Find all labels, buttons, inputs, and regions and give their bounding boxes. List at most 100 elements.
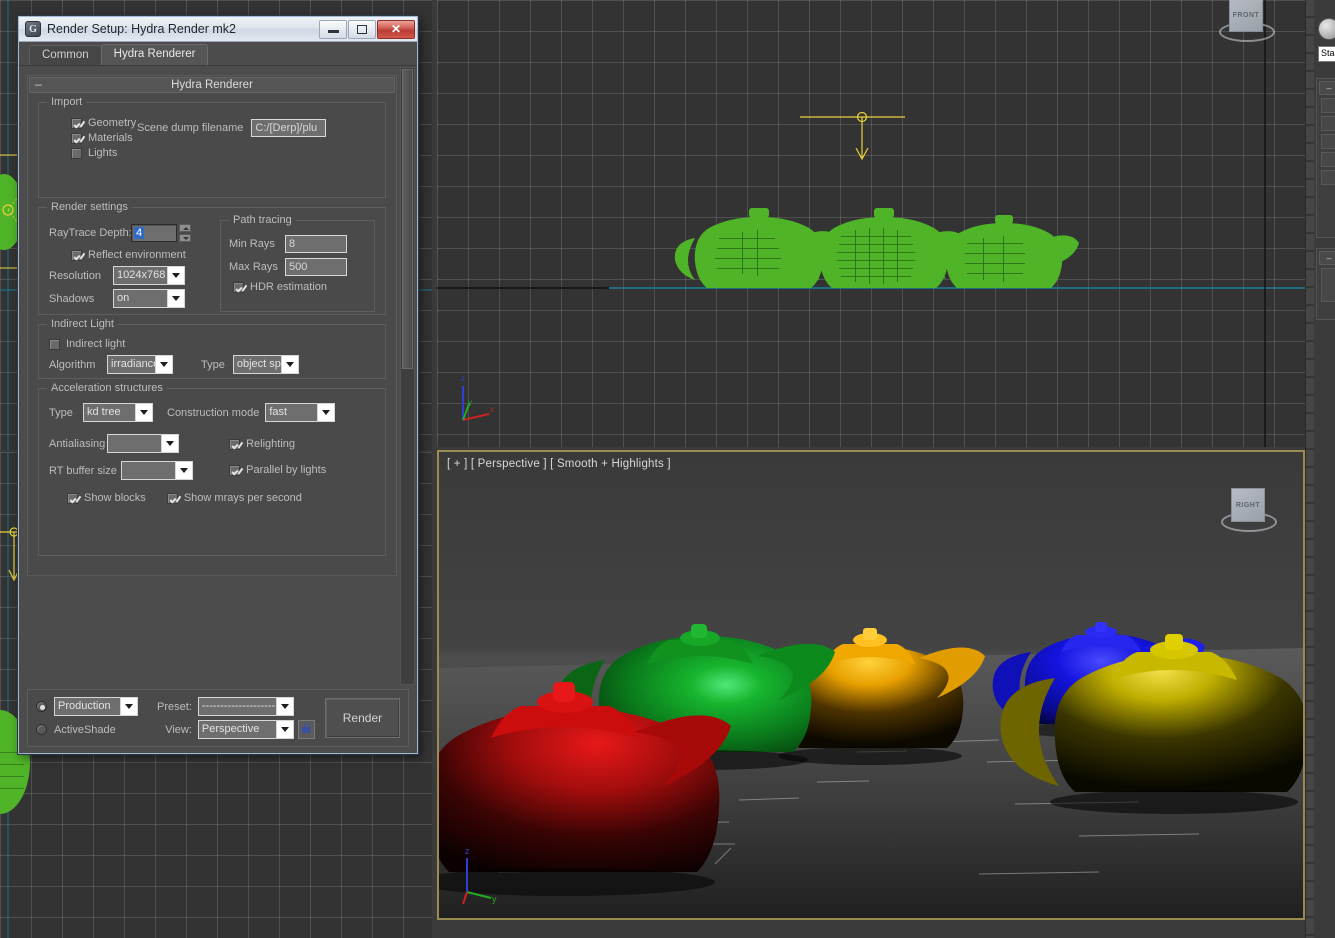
checkbox-icon (229, 439, 240, 450)
axis-tripod-front: z x y (461, 374, 494, 420)
rollout-title: Hydra Renderer (171, 79, 253, 91)
preset-dropdown[interactable]: -------------------- (198, 697, 294, 716)
checkbox-geometry[interactable]: Geometry (71, 117, 136, 129)
object-name-field[interactable]: Sta (1318, 46, 1335, 62)
chevron-down-icon[interactable] (135, 404, 152, 421)
command-panel[interactable]: Sta – – (1305, 0, 1335, 938)
rollout-row[interactable] (1321, 170, 1335, 185)
radio-activeshade[interactable] (36, 724, 54, 735)
tab-common[interactable]: Common (29, 45, 102, 65)
close-button[interactable]: ✕ (377, 20, 415, 39)
chevron-down-icon[interactable] (317, 404, 334, 421)
checkbox-indirect-light-label: Indirect light (66, 338, 125, 350)
chevron-down-icon[interactable] (276, 698, 293, 715)
viewcube-front[interactable]: FRONT (1219, 0, 1275, 48)
chevron-down-icon[interactable] (120, 698, 137, 715)
spinner-arrows[interactable] (179, 224, 191, 242)
raytrace-depth-label: RayTrace Depth: (49, 227, 125, 239)
view-dropdown[interactable]: Perspective (198, 720, 294, 739)
rollout-row[interactable] (1321, 268, 1335, 302)
checkbox-show-blocks[interactable]: Show blocks (67, 492, 146, 504)
checkbox-parallel-by-lights[interactable]: Parallel by lights (229, 464, 326, 476)
production-preset-dropdown[interactable]: Production (54, 697, 138, 716)
indirect-type-value: object spa (234, 356, 281, 373)
command-panel-rollout-2[interactable]: – (1316, 248, 1335, 320)
checkbox-relighting[interactable]: Relighting (229, 438, 295, 450)
chevron-down-icon[interactable] (167, 290, 184, 307)
viewcube-perspective[interactable]: RIGHT (1221, 482, 1277, 538)
checkbox-parallel-by-lights-label: Parallel by lights (246, 464, 326, 476)
algorithm-label: Algorithm (49, 359, 107, 371)
dialog-title: Render Setup: Hydra Render mk2 (47, 22, 318, 36)
rollout-row[interactable] (1321, 98, 1335, 113)
rollout-hydra-renderer: – Hydra Renderer Import Geometry (27, 75, 397, 576)
algorithm-dropdown[interactable]: irradiance (107, 355, 173, 374)
viewport-front[interactable]: z x y FRONT (437, 0, 1305, 447)
accel-type-dropdown[interactable]: kd tree (83, 403, 153, 422)
rollout-collapse-icon[interactable]: – (35, 77, 42, 91)
min-rays-input[interactable]: 8 (285, 235, 347, 253)
rollout-row[interactable] (1321, 116, 1335, 131)
rt-buffer-size-dropdown[interactable] (121, 461, 193, 480)
raytrace-depth-input[interactable]: 4 (131, 224, 177, 242)
viewport-label-perspective: [ + ] [ Perspective ] [ Smooth + Highlig… (447, 458, 671, 470)
group-acceleration-title: Acceleration structures (47, 382, 167, 394)
chevron-down-icon[interactable] (175, 462, 192, 479)
minimize-button[interactable] (319, 20, 347, 39)
rollout-row[interactable] (1321, 134, 1335, 149)
chevron-down-icon[interactable] (276, 721, 293, 738)
dialog-titlebar[interactable]: Render Setup: Hydra Render mk2 ✕ (19, 17, 417, 42)
render-setup-dialog[interactable]: Render Setup: Hydra Render mk2 ✕ Common … (18, 16, 418, 754)
viewcube-face-label[interactable]: FRONT (1229, 0, 1263, 32)
accel-type-value: kd tree (84, 404, 135, 421)
chevron-down-icon[interactable] (281, 356, 298, 373)
lock-view-button[interactable] (298, 720, 315, 739)
checkbox-icon (71, 250, 82, 261)
chevron-down-icon[interactable] (155, 356, 172, 373)
chevron-down-icon[interactable] (161, 435, 178, 452)
checkbox-hdr-estimation-label: HDR estimation (250, 281, 327, 293)
rollout-container: – Hydra Renderer Import Geometry (27, 75, 397, 681)
resolution-dropdown[interactable]: 1024x768 (113, 266, 185, 285)
construction-mode-dropdown[interactable]: fast (265, 403, 335, 422)
rollout-row[interactable] (1321, 152, 1335, 167)
rollout-toggle-icon[interactable]: – (1319, 251, 1335, 265)
render-button[interactable]: Render (325, 698, 400, 738)
checkbox-lights[interactable]: Lights (71, 147, 117, 159)
dialog-tabs[interactable]: Common Hydra Renderer (19, 42, 417, 66)
spinner-down-icon[interactable] (179, 234, 191, 242)
raytrace-depth-spinner[interactable]: 4 (131, 224, 191, 242)
color-swatch-icon[interactable] (1318, 18, 1335, 40)
tab-hydra-renderer[interactable]: Hydra Renderer (101, 44, 209, 65)
checkbox-show-mrays[interactable]: Show mrays per second (167, 492, 302, 504)
checkbox-reflect-environment[interactable]: Reflect environment (71, 249, 186, 261)
min-rays-label: Min Rays (229, 238, 285, 250)
rollout-toggle-icon[interactable]: – (1319, 81, 1335, 95)
viewcube-face-label[interactable]: RIGHT (1231, 488, 1265, 522)
scene-dump-filename-input[interactable]: C:/[Derp]/plu (251, 119, 326, 137)
shadows-dropdown[interactable]: on (113, 289, 185, 308)
viewport-perspective[interactable]: z y [ + ] [ Perspective ] [ Smooth + Hig… (437, 450, 1305, 920)
raytrace-depth-value: 4 (134, 227, 144, 239)
scrollbar-thumb[interactable] (402, 69, 413, 369)
max-rays-input[interactable]: 500 (285, 258, 347, 276)
antialiasing-dropdown[interactable] (107, 434, 179, 453)
group-acceleration-structures: Acceleration structures Type kd tree Con… (38, 388, 386, 556)
max-rays-label: Max Rays (229, 261, 285, 273)
dialog-scrollbar[interactable] (400, 67, 415, 685)
chevron-down-icon[interactable] (167, 267, 184, 284)
rollout-header-hydra-renderer[interactable]: – Hydra Renderer (29, 77, 395, 93)
svg-text:y: y (492, 894, 497, 904)
indirect-type-dropdown[interactable]: object spa (233, 355, 299, 374)
checkbox-materials[interactable]: Materials (71, 132, 133, 144)
checkbox-hdr-estimation[interactable]: HDR estimation (233, 281, 327, 293)
maximize-button[interactable] (348, 20, 376, 39)
spinner-up-icon[interactable] (179, 224, 191, 232)
radio-production[interactable] (36, 701, 54, 712)
render-setup-icon (25, 21, 41, 37)
svg-text:y: y (468, 398, 472, 407)
shadows-value: on (114, 290, 167, 307)
checkbox-indirect-light[interactable]: Indirect light (49, 338, 125, 350)
command-panel-rollout-1[interactable]: – (1316, 78, 1335, 238)
command-panel-tabstrip[interactable] (1306, 0, 1314, 938)
